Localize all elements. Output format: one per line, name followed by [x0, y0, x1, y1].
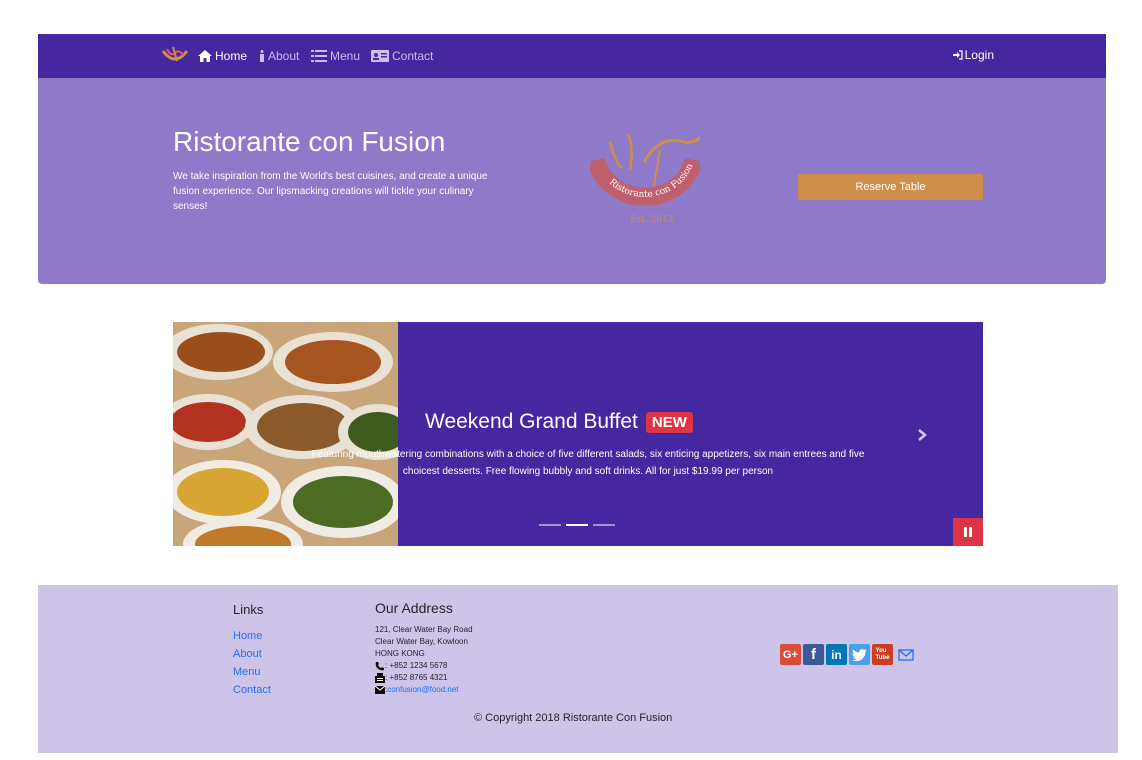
restaurant-logo: Ristorante con Fusion Est. 2013 — [590, 134, 700, 225]
address-line-3: HONG KONG — [375, 649, 425, 658]
carousel-pause-button[interactable] — [953, 518, 983, 546]
address-line-2: Clear Water Bay, Kowloon — [375, 637, 468, 646]
address-heading: Our Address — [375, 600, 453, 616]
reserve-table-button[interactable]: Reserve Table — [798, 174, 983, 200]
footer-link-contact[interactable]: Contact — [233, 681, 271, 699]
google-plus-icon[interactable]: G+ — [780, 644, 801, 665]
nav-about-label: About — [268, 49, 300, 63]
slide-title: Weekend Grand Buffet — [425, 410, 638, 433]
chevron-right-icon — [918, 429, 927, 441]
email-row: : confusion@food.net — [375, 684, 473, 696]
nav-menu[interactable]: Menu — [311, 48, 360, 64]
footer-links: Home About Menu Contact — [233, 627, 271, 699]
restaurant-logo-icon[interactable] — [161, 45, 189, 67]
carousel: Weekend Grand Buffet NEW Featuring mouth… — [173, 322, 983, 546]
buffet-food-image — [173, 322, 398, 546]
carousel-indicators — [539, 524, 615, 526]
nav-home[interactable]: Home — [198, 48, 247, 64]
address-line-1: 121, Clear Water Bay Road — [375, 625, 473, 634]
hero-description: We take inspiration from the World's bes… — [173, 171, 488, 212]
fax-number: : +852 8765 4321 — [385, 673, 448, 682]
twitter-icon[interactable] — [849, 644, 870, 665]
phone-number: : +852 1234 5678 — [385, 661, 448, 670]
email-link[interactable]: confusion@food.net — [387, 684, 458, 696]
navbar: Home About Menu Contact Login — [38, 34, 1106, 78]
footer-link-about[interactable]: About — [233, 645, 271, 663]
carousel-indicator-1[interactable] — [539, 524, 561, 526]
footer-link-menu[interactable]: Menu — [233, 663, 271, 681]
address-block: 121, Clear Water Bay Road Clear Water Ba… — [375, 624, 473, 696]
logo-est: Est. 2013 — [630, 215, 674, 225]
hero-title: Ristorante con Fusion — [173, 126, 446, 157]
sign-in-icon — [952, 50, 963, 60]
nav-home-label: Home — [215, 49, 248, 63]
fax-row: : +852 8765 4321 — [375, 672, 473, 684]
login-label: Login — [964, 48, 994, 62]
linkedin-icon[interactable]: in — [826, 644, 847, 665]
phone-icon — [375, 661, 384, 670]
slide-description: Featuring mouthwatering combinations wit… — [311, 449, 865, 477]
nav-contact-label: Contact — [392, 49, 434, 63]
carousel-indicator-2[interactable] — [566, 524, 588, 526]
fax-icon — [375, 673, 385, 683]
address-card-icon — [371, 50, 389, 62]
carousel-indicator-3[interactable] — [593, 524, 615, 526]
home-icon — [198, 50, 212, 62]
footer-link-home[interactable]: Home — [233, 627, 271, 645]
pause-icon — [964, 527, 972, 537]
copyright-text: © Copyright 2018 Ristorante Con Fusion — [474, 712, 673, 724]
list-icon — [311, 50, 327, 62]
info-icon — [259, 50, 265, 62]
hero: Ristorante con Fusion We take inspiratio… — [38, 78, 1106, 284]
carousel-next-button[interactable] — [909, 422, 935, 448]
mail-icon[interactable] — [895, 644, 916, 665]
links-heading: Links — [233, 602, 264, 617]
slide-title-row: Weekend Grand Buffet NEW — [425, 410, 693, 434]
page: Home About Menu Contact Login Ristorante… — [0, 0, 1142, 760]
new-badge: NEW — [645, 411, 693, 433]
youtube-icon[interactable]: You Tube — [872, 644, 893, 665]
phone-row: : +852 1234 5678 — [375, 660, 473, 672]
social-links: G+ f in You Tube — [780, 644, 916, 665]
nav-about[interactable]: About — [259, 48, 299, 64]
footer: Links Home About Menu Contact Our Addres… — [38, 585, 1118, 753]
nav-contact[interactable]: Contact — [371, 48, 433, 64]
facebook-icon[interactable]: f — [803, 644, 824, 665]
envelope-icon — [375, 686, 385, 694]
nav-menu-label: Menu — [330, 49, 361, 63]
login-link[interactable]: Login — [952, 48, 994, 62]
